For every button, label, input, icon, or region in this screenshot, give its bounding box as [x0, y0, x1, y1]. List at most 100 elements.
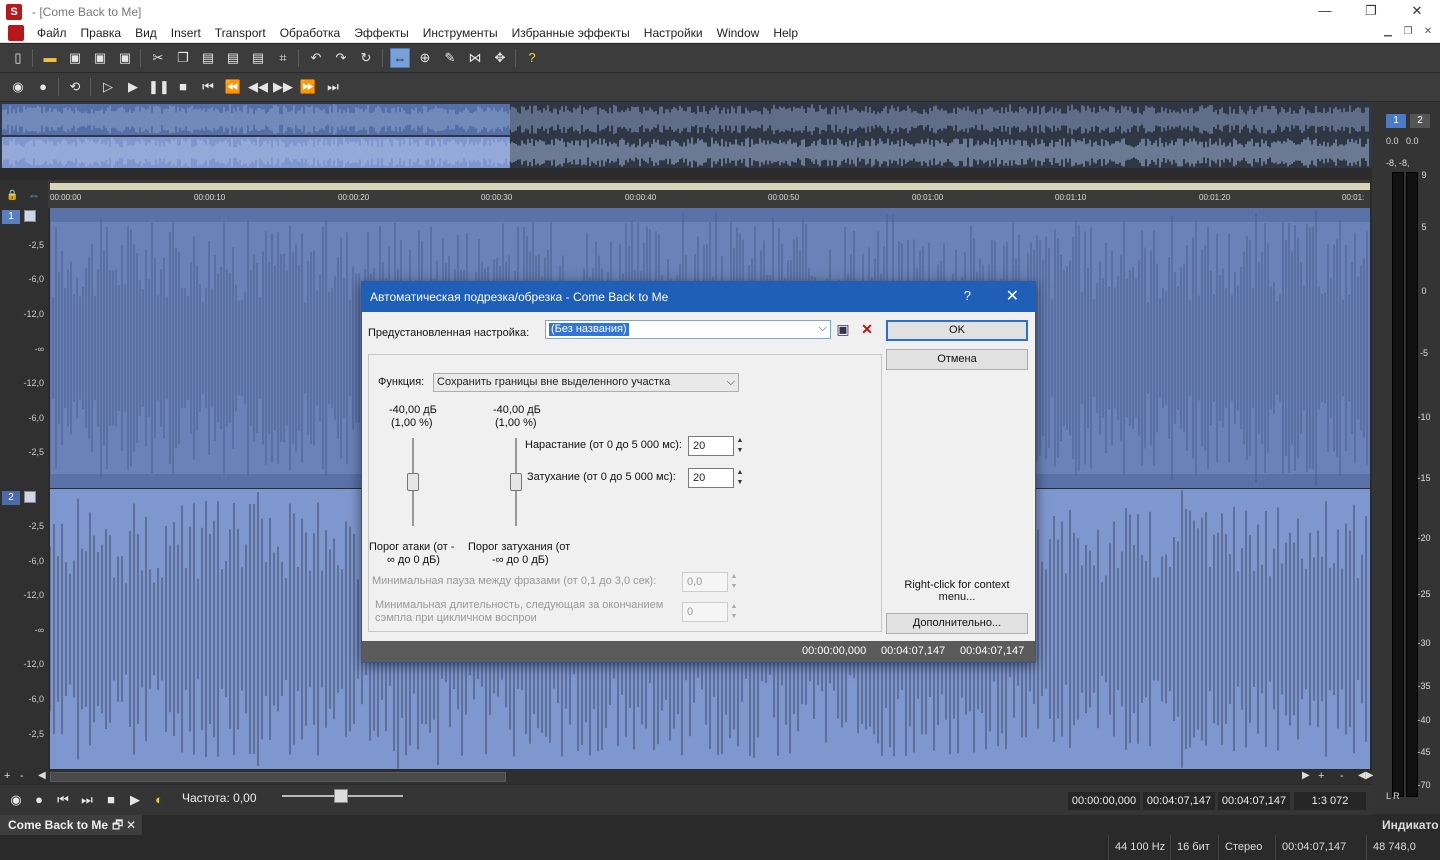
zoom-ratio[interactable]: 1:3 072: [1294, 792, 1366, 810]
stop-icon[interactable]: ■: [173, 77, 193, 97]
edit-tool-icon[interactable]: ⇔: [390, 48, 410, 68]
lock-icon[interactable]: 🔒: [6, 190, 18, 201]
go-end-icon[interactable]: ⏭: [77, 790, 97, 810]
envelope-tool-icon[interactable]: ⋈: [465, 48, 485, 68]
record-icon[interactable]: ◉: [8, 77, 28, 97]
close-tab-icon[interactable]: ✕: [126, 815, 136, 835]
paste-special-icon[interactable]: ▤: [248, 48, 268, 68]
fade-in-input[interactable]: 20: [688, 436, 734, 456]
play-all-icon[interactable]: ▷: [98, 77, 118, 97]
min-length-spinner-icon[interactable]: ▲ ▼: [729, 602, 739, 622]
menu-transport[interactable]: Transport: [208, 23, 273, 43]
go-start-icon[interactable]: ⏮: [53, 790, 73, 810]
selection-end-time[interactable]: 00:04:07,147: [1143, 792, 1215, 810]
new-file-icon[interactable]: ▯: [8, 48, 28, 68]
track-2-number[interactable]: 2: [2, 491, 20, 505]
fade-out-spinner-icon[interactable]: ▲ ▼: [735, 468, 745, 488]
preset-combobox[interactable]: (Без названия) ⌵: [545, 320, 831, 339]
whats-this-icon[interactable]: ?: [522, 48, 542, 68]
next-marker-icon[interactable]: ▶▶: [273, 77, 293, 97]
minimize-button[interactable]: —: [1302, 0, 1348, 23]
scroll-left-icon[interactable]: ◀: [38, 770, 46, 781]
dialog-title-bar[interactable]: Автоматическая подрезка/обрезка - Come B…: [362, 282, 1035, 312]
copy-icon[interactable]: ❐: [173, 48, 193, 68]
dialog-close-icon[interactable]: ✕: [1006, 286, 1019, 306]
waveform-overview[interactable]: [0, 102, 1372, 168]
track-1-number[interactable]: 1: [2, 210, 20, 224]
status-sample-rate[interactable]: 44 100 Hz: [1108, 835, 1171, 860]
min-pause-spinner-icon[interactable]: ▲ ▼: [729, 572, 739, 592]
paste-icon[interactable]: ▤: [198, 48, 218, 68]
help-icon[interactable]: ?: [964, 288, 971, 303]
scrub-icon[interactable]: ◐: [149, 790, 169, 810]
cancel-button[interactable]: Отмена: [886, 349, 1028, 370]
document-icon[interactable]: [8, 24, 24, 41]
undo-icon[interactable]: ↶: [306, 48, 326, 68]
track-1-minimize-icon[interactable]: [24, 210, 36, 222]
scroll-thumb[interactable]: [50, 772, 506, 782]
zoom-in-icon[interactable]: +: [4, 770, 10, 782]
event-tool-icon[interactable]: ✥: [490, 48, 510, 68]
playback-rate-thumb[interactable]: [334, 789, 348, 803]
menu-file[interactable]: Файл: [30, 23, 74, 43]
scroll-right-icon[interactable]: ▶: [1302, 770, 1310, 781]
menu-edit[interactable]: Правка: [74, 23, 129, 43]
zoom-out-icon[interactable]: -: [20, 770, 24, 782]
loop-icon[interactable]: ●: [29, 790, 49, 810]
prev-marker-icon[interactable]: ◀◀: [248, 77, 268, 97]
zoom-out-right-icon[interactable]: -: [1340, 770, 1344, 782]
crop-icon[interactable]: ⌗: [273, 48, 293, 68]
min-length-input[interactable]: 0: [682, 602, 728, 622]
status-bit-depth[interactable]: 16 бит: [1170, 835, 1216, 860]
zoom-in-right-icon[interactable]: +: [1318, 770, 1324, 782]
save-icon[interactable]: ▣: [65, 48, 85, 68]
record-icon[interactable]: ◉: [6, 790, 26, 810]
menu-help[interactable]: Help: [766, 23, 805, 43]
menu-effects[interactable]: Эффекты: [347, 23, 416, 43]
status-channels[interactable]: Стерео: [1218, 835, 1268, 860]
chevron-down-icon[interactable]: ⌵: [727, 374, 735, 391]
menu-window[interactable]: Window: [710, 23, 767, 43]
go-start-icon[interactable]: ⏮: [198, 77, 218, 97]
stop-record-icon[interactable]: ●: [33, 77, 53, 97]
meter-panel-title[interactable]: Индикато: [1382, 815, 1439, 835]
maximize-button[interactable]: ❐: [1348, 0, 1394, 23]
stop-icon[interactable]: ■: [101, 790, 121, 810]
repeat-icon[interactable]: ↻: [356, 48, 376, 68]
mdi-close-icon[interactable]: ✕: [1420, 25, 1436, 39]
min-pause-input[interactable]: 0,0: [682, 572, 728, 592]
pencil-tool-icon[interactable]: ✎: [440, 48, 460, 68]
meter-tab-2[interactable]: 2: [1410, 114, 1430, 128]
ok-button[interactable]: OK: [886, 320, 1028, 341]
menu-tools[interactable]: Инструменты: [416, 23, 505, 43]
rewind-icon[interactable]: ⏪: [223, 77, 243, 97]
chevron-down-icon[interactable]: ⌵: [819, 322, 827, 335]
redo-icon[interactable]: ↷: [331, 48, 351, 68]
go-end-icon[interactable]: ⏭: [323, 77, 343, 97]
release-threshold-thumb[interactable]: [510, 473, 522, 491]
attack-threshold-thumb[interactable]: [407, 473, 419, 491]
menu-insert[interactable]: Insert: [164, 23, 208, 43]
ruler-marker-bar[interactable]: [50, 183, 1370, 190]
track-2-minimize-icon[interactable]: [24, 491, 36, 503]
time-ruler[interactable]: 00:00:00 00:00:10 00:00:20 00:00:30 00:0…: [48, 180, 1370, 208]
cut-icon[interactable]: ✂: [148, 48, 168, 68]
more-button[interactable]: Дополнительно...: [886, 613, 1028, 634]
fast-forward-icon[interactable]: ⏩: [298, 77, 318, 97]
scroll-far-right-icon[interactable]: ◀▶: [1358, 770, 1373, 781]
selection-length-time[interactable]: 00:04:07,147: [1218, 792, 1290, 810]
fade-in-spinner-icon[interactable]: ▲ ▼: [735, 436, 745, 456]
menu-options[interactable]: Настройки: [637, 23, 710, 43]
mdi-restore-icon[interactable]: ❐: [1400, 25, 1416, 39]
selection-start-time[interactable]: 00:00:00,000: [1068, 792, 1140, 810]
loop-icon[interactable]: ⟲: [65, 77, 85, 97]
save-all-icon[interactable]: ▣: [115, 48, 135, 68]
play-icon[interactable]: ▶: [123, 77, 143, 97]
menu-view[interactable]: Вид: [128, 23, 164, 43]
magnify-tool-icon[interactable]: ⊕: [415, 48, 435, 68]
meter-tab-1[interactable]: 1: [1386, 114, 1406, 128]
open-folder-icon[interactable]: ▬: [40, 48, 60, 68]
horizontal-scrollbar[interactable]: + - ◀ ▶ + - ◀▶: [0, 770, 1373, 784]
menu-favorites[interactable]: Избранные эффекты: [505, 23, 637, 43]
function-select[interactable]: Сохранить границы вне выделенного участк…: [433, 373, 739, 392]
